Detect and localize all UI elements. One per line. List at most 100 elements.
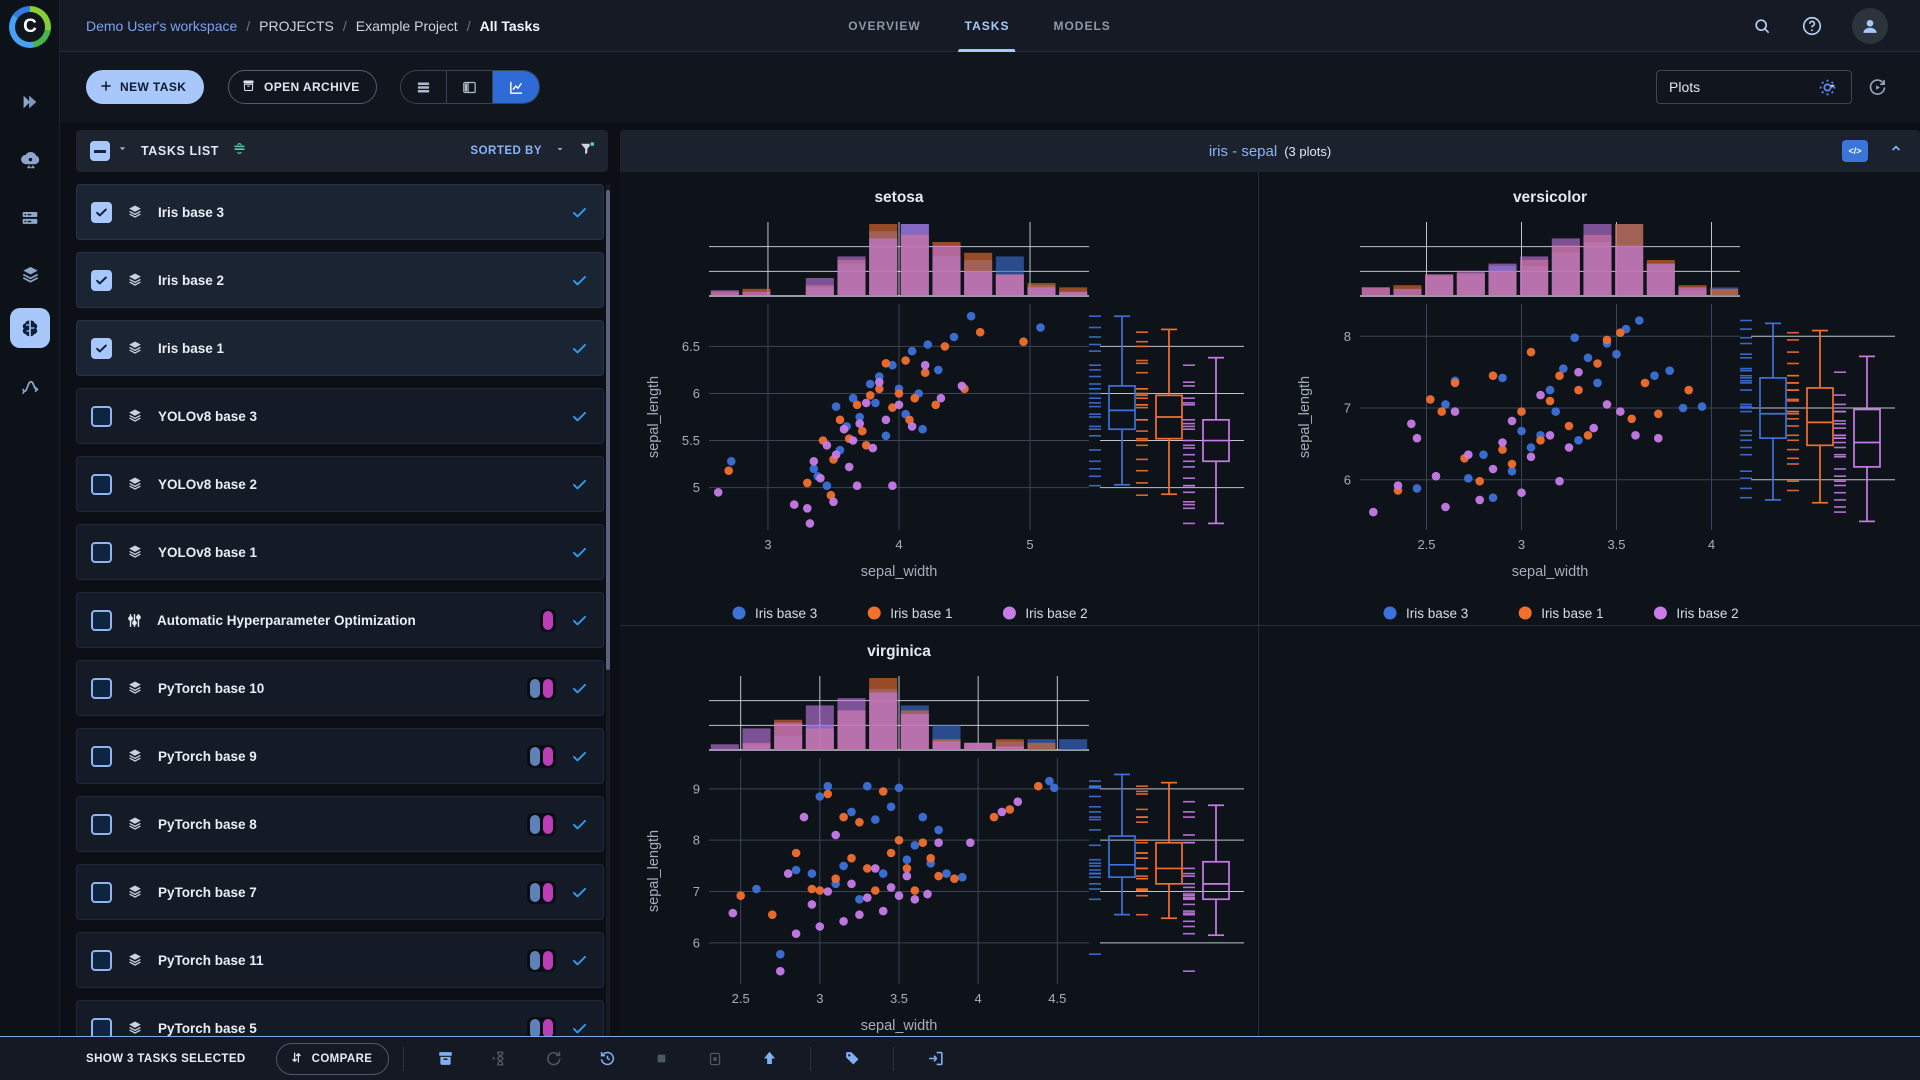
new-task-button[interactable]: NEW TASK bbox=[86, 70, 204, 104]
task-row[interactable]: YOLOv8 base 1 bbox=[76, 524, 604, 580]
plot-cell-setosa[interactable]: setosa55.566.5345sepal_widthsepal_length… bbox=[620, 172, 1258, 624]
tasks-scrollbar[interactable] bbox=[606, 184, 610, 1036]
tag-pill bbox=[543, 747, 553, 766]
svg-text:7: 7 bbox=[693, 884, 700, 899]
task-checkbox[interactable] bbox=[91, 814, 112, 835]
task-row[interactable]: PyTorch base 9 bbox=[76, 728, 604, 784]
breadcrumb-workspace[interactable]: Demo User's workspace bbox=[86, 18, 237, 34]
reset-icon[interactable] bbox=[536, 1042, 570, 1076]
tag-pill bbox=[530, 679, 540, 698]
task-checkbox[interactable] bbox=[91, 950, 112, 971]
tasks-list-title: TASKS LIST bbox=[141, 144, 219, 158]
plot-cell-versicolor[interactable]: versicolor6782.533.54sepal_widthsepal_le… bbox=[1259, 172, 1920, 624]
move-to-project-icon[interactable] bbox=[918, 1042, 952, 1076]
plots-group-header[interactable]: iris - sepal (3 plots) </> bbox=[620, 130, 1920, 172]
task-checkbox[interactable] bbox=[91, 406, 112, 427]
retry-icon[interactable] bbox=[590, 1042, 624, 1076]
tag-pill bbox=[543, 883, 553, 902]
filter-icon[interactable] bbox=[578, 140, 596, 163]
task-checkbox[interactable] bbox=[91, 678, 112, 699]
toolbar: NEW TASK OPEN ARCHIVE Plots bbox=[60, 52, 1920, 122]
add-tag-icon[interactable] bbox=[835, 1042, 869, 1076]
compare-button[interactable]: COMPARE bbox=[276, 1043, 390, 1075]
chart-view-button[interactable] bbox=[493, 71, 539, 103]
archive-icon[interactable] bbox=[428, 1042, 462, 1076]
split-view-button[interactable] bbox=[447, 71, 493, 103]
settings-gear-icon[interactable] bbox=[1812, 72, 1842, 102]
task-checkbox[interactable] bbox=[91, 202, 112, 223]
task-checkbox[interactable] bbox=[91, 1018, 112, 1037]
task-checkbox[interactable] bbox=[91, 746, 112, 767]
task-checkbox[interactable] bbox=[91, 270, 112, 291]
breadcrumb-project[interactable]: Example Project bbox=[356, 18, 458, 34]
task-row[interactable]: PyTorch base 7 bbox=[76, 864, 604, 920]
experiment-icon bbox=[125, 746, 145, 766]
task-row[interactable]: YOLOv8 base 3 bbox=[76, 388, 604, 444]
select-all-checkbox[interactable] bbox=[90, 141, 110, 161]
queues-icon[interactable] bbox=[10, 198, 50, 238]
task-row[interactable]: YOLOv8 base 2 bbox=[76, 456, 604, 512]
status-check-icon bbox=[570, 951, 589, 970]
experiment-icon bbox=[125, 814, 145, 834]
task-row[interactable]: Iris base 1 bbox=[76, 320, 604, 376]
task-checkbox[interactable] bbox=[91, 882, 112, 903]
help-icon[interactable] bbox=[1796, 10, 1828, 42]
abort-icon[interactable] bbox=[644, 1042, 678, 1076]
customize-columns-icon[interactable] bbox=[231, 140, 248, 162]
auto-refresh-icon[interactable] bbox=[1862, 72, 1892, 102]
status-check-icon bbox=[570, 611, 589, 630]
task-row[interactable]: PyTorch base 8 bbox=[76, 796, 604, 852]
show-selected-label[interactable]: SHOW 3 TASKS SELECTED bbox=[86, 1053, 246, 1065]
task-checkbox[interactable] bbox=[91, 338, 112, 359]
task-row[interactable]: Iris base 3 bbox=[76, 184, 604, 240]
experiment-icon bbox=[125, 406, 145, 426]
plot-cell-virginica[interactable]: virginica67892.533.544.5sepal_widthsepal… bbox=[620, 626, 1258, 1078]
setosa-plot: setosa55.566.5345sepal_widthsepal_length… bbox=[624, 178, 1254, 624]
experiment-icon bbox=[125, 474, 145, 494]
open-archive-button[interactable]: OPEN ARCHIVE bbox=[228, 70, 377, 104]
publish-icon[interactable] bbox=[752, 1042, 786, 1076]
tab-tasks[interactable]: TASKS bbox=[965, 0, 1010, 52]
enqueue-icon[interactable] bbox=[482, 1042, 516, 1076]
task-checkbox[interactable] bbox=[91, 542, 112, 563]
avatar[interactable] bbox=[1852, 8, 1888, 44]
tag-pills bbox=[527, 813, 556, 836]
sorted-by-label[interactable]: SORTED BY bbox=[470, 145, 542, 157]
task-name: PyTorch base 8 bbox=[158, 817, 257, 832]
abort-all-children-icon[interactable] bbox=[698, 1042, 732, 1076]
task-row[interactable]: PyTorch base 5 bbox=[76, 1000, 604, 1036]
task-checkbox[interactable] bbox=[91, 474, 112, 495]
breadcrumb-projects[interactable]: PROJECTS bbox=[259, 18, 334, 34]
task-row[interactable]: Iris base 2 bbox=[76, 252, 604, 308]
pipelines-icon[interactable] bbox=[10, 366, 50, 406]
tag-pill bbox=[543, 1019, 553, 1037]
search-icon[interactable] bbox=[1746, 10, 1778, 42]
virginica-plot: virginica67892.533.544.5sepal_widthsepal… bbox=[624, 632, 1254, 1078]
task-row[interactable]: PyTorch base 10 bbox=[76, 660, 604, 716]
tasks-list: Iris base 3 Iris base 2 Iris base 1 YOLOv8 … bbox=[76, 184, 604, 1036]
task-name: Iris base 1 bbox=[158, 341, 224, 356]
tasks-scrollbar-thumb[interactable] bbox=[606, 190, 610, 670]
datasets-icon[interactable] bbox=[10, 254, 50, 294]
task-name: YOLOv8 base 2 bbox=[158, 477, 257, 492]
status-check-icon bbox=[570, 203, 589, 222]
embed-code-icon[interactable]: </> bbox=[1842, 140, 1868, 162]
status-check-icon bbox=[570, 679, 589, 698]
task-row[interactable]: PyTorch base 11 bbox=[76, 932, 604, 988]
chevron-down-icon[interactable] bbox=[554, 142, 566, 160]
task-checkbox[interactable] bbox=[91, 610, 112, 631]
tab-overview[interactable]: OVERVIEW bbox=[848, 0, 920, 52]
table-view-button[interactable] bbox=[401, 71, 447, 103]
workers-icon[interactable] bbox=[10, 140, 50, 180]
collapse-icon[interactable] bbox=[1888, 140, 1904, 161]
task-row[interactable]: Automatic Hyperparameter Optimization bbox=[76, 592, 604, 648]
tab-models[interactable]: MODELS bbox=[1053, 0, 1110, 52]
svg-text:Iris base 1: Iris base 1 bbox=[890, 606, 952, 621]
getting-started-icon[interactable] bbox=[10, 82, 50, 122]
projects-icon[interactable] bbox=[10, 308, 50, 348]
chevron-down-icon[interactable] bbox=[116, 142, 129, 160]
clearml-logo[interactable]: C bbox=[9, 6, 51, 48]
svg-text:3: 3 bbox=[816, 991, 823, 1006]
task-name: Iris base 2 bbox=[158, 273, 224, 288]
experiment-icon bbox=[125, 202, 145, 222]
